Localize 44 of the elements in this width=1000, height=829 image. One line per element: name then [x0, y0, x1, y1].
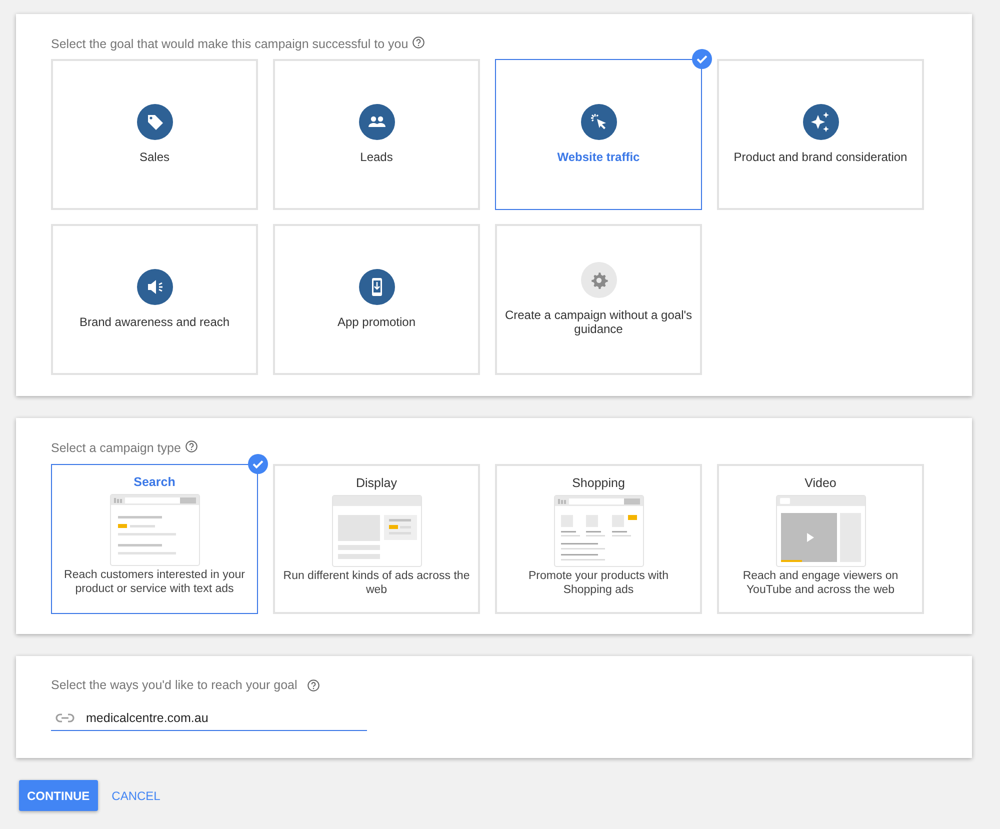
campaign-type-name: Display: [356, 476, 397, 491]
cursor-click-icon: [580, 104, 616, 140]
goal-label: Leads: [359, 150, 394, 164]
goal-label: Website traffic: [556, 150, 641, 164]
goal-option[interactable]: Sales: [51, 59, 258, 210]
link-icon: [55, 713, 75, 723]
check-icon: [248, 454, 268, 474]
campaign-type-description: Reach customers interested in your product or service with text ads: [63, 569, 246, 596]
help-icon[interactable]: [307, 678, 320, 692]
help-icon[interactable]: [184, 440, 198, 452]
megaphone-icon: [136, 268, 172, 304]
website-url-field[interactable]: medicalcentre.com.au: [51, 705, 367, 731]
goal-label: Create a campaign without a goal's guidance: [504, 308, 694, 336]
campaign-type-option[interactable]: Video Reach and engage viewers on YouTube and across the web: [717, 464, 924, 614]
check-icon: [692, 49, 712, 69]
goal-option[interactable]: Create a campaign without a goal's guidance: [495, 224, 702, 375]
tag-icon: [136, 104, 172, 140]
phone-icon: [358, 268, 394, 304]
goal-option[interactable]: App promotion: [273, 224, 480, 375]
campaign-type-name: Video: [804, 476, 836, 491]
help-icon[interactable]: [412, 36, 426, 48]
settings-icon: [580, 262, 616, 298]
goal-option[interactable]: Brand awareness and reach: [51, 224, 258, 375]
continue-button[interactable]: CONTINUE: [19, 780, 98, 811]
campaign-type-description: Promote your products with Shopping ads: [528, 570, 670, 597]
people-icon: [358, 104, 394, 140]
campaign-type-description: Reach and engage viewers on YouTube and across the web: [742, 570, 900, 597]
campaign-type-heading: Select a campaign type: [51, 441, 181, 455]
campaign-type-option[interactable]: Shopping Promote your products with Shopping ads: [495, 464, 702, 614]
goal-heading: Select the goal that would make this campaign successful to you: [51, 37, 408, 51]
reach-goal-heading: Select the ways you'd like to reach your goal: [51, 678, 298, 692]
campaign-type-name: Shopping: [572, 476, 625, 491]
goal-option[interactable]: Leads: [273, 59, 480, 210]
goal-label: Product and brand consideration: [732, 150, 908, 164]
campaign-type-option[interactable]: Display Run different kinds of ads across the web: [273, 464, 480, 614]
campaign-type-option[interactable]: Search Reach customers interested in your product or service with text ads: [51, 464, 258, 614]
goal-label: App promotion: [336, 314, 417, 328]
goal-option[interactable]: Website traffic: [495, 59, 702, 210]
campaign-type-name: Search: [134, 475, 176, 490]
goal-label: Brand awareness and reach: [78, 314, 231, 328]
goal-option[interactable]: Product and brand consideration: [717, 59, 924, 210]
sparkle-icon: [802, 104, 838, 140]
campaign-type-description: Run different kinds of ads across the web: [282, 570, 471, 597]
goal-label: Sales: [138, 150, 171, 164]
